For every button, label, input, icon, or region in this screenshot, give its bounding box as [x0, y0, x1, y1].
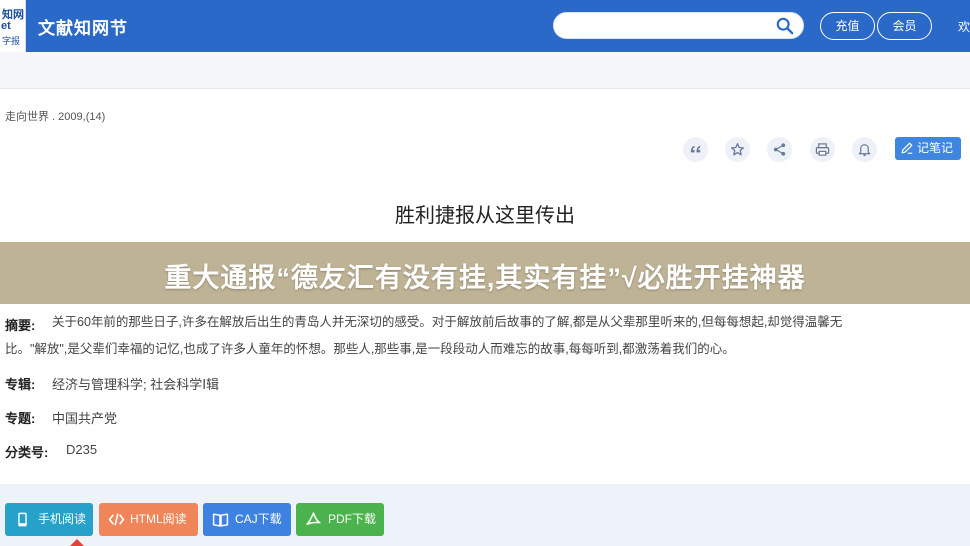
print-icon: [815, 143, 830, 156]
top-header: 知网 et 字报 文献知网节 充值 会员 欢迎: [0, 0, 970, 52]
share-icon: [773, 143, 786, 156]
cite-button[interactable]: [683, 137, 708, 162]
logo-line-2: et: [1, 20, 11, 32]
article-title: 胜利捷报从这里传出: [395, 205, 575, 227]
member-button[interactable]: 会员: [877, 12, 932, 40]
search-input[interactable]: [553, 12, 804, 39]
cnki-logo[interactable]: 知网 et 字报: [0, 0, 26, 52]
pdf-icon: [306, 512, 321, 526]
sub-navigation-bar: [0, 52, 970, 89]
journal-source[interactable]: 走向世界 . 2009,(14): [5, 108, 105, 124]
mobile-read-button[interactable]: 手机阅读: [5, 503, 93, 536]
abstract-line-1: 关于60年前的那些日子,许多在解放后出生的青岛人并无深切的感受。对于解放前后故事…: [52, 315, 843, 329]
quote-icon: [690, 145, 701, 153]
take-note-label: 记笔记: [917, 141, 954, 155]
welcome-text: 欢迎: [958, 20, 970, 34]
print-button[interactable]: [810, 137, 835, 162]
html-read-label: HTML阅读: [130, 512, 187, 526]
take-note-button[interactable]: 记笔记: [895, 137, 961, 160]
bell-icon: [858, 144, 871, 157]
pencil-icon: [901, 142, 913, 154]
pdf-download-button[interactable]: PDF下载: [296, 503, 384, 536]
favorite-button[interactable]: [725, 137, 750, 162]
series-label: 专辑:: [5, 377, 36, 392]
phone-icon: [18, 512, 27, 527]
subscribe-button[interactable]: [852, 137, 877, 162]
download-action-bar: 手机阅读 HTML阅读 CAJ下载 PDF下载: [0, 484, 970, 546]
banner-text: 重大通报“德友汇有没有挂,其实有挂”√必胜开挂神器: [164, 263, 806, 293]
overlay-banner: 重大通报“德友汇有没有挂,其实有挂”√必胜开挂神器: [0, 242, 970, 304]
site-title: 文献知网节: [38, 19, 128, 38]
abstract-line-2: 比。"解放",是父辈们幸福的记忆,也成了许多人童年的怀想。那些人,那些事,是一段…: [5, 342, 735, 356]
classification-value: D235: [66, 442, 98, 457]
caj-download-button[interactable]: CAJ下载: [203, 503, 291, 536]
book-icon: [212, 513, 229, 527]
search-icon[interactable]: [776, 17, 794, 35]
mobile-read-label: 手机阅读: [38, 512, 87, 526]
logo-line-3: 字报: [2, 36, 21, 46]
series-value[interactable]: 经济与管理科学; 社会科学Ⅰ辑: [52, 374, 219, 393]
code-icon: [108, 513, 125, 526]
html-read-button[interactable]: HTML阅读: [99, 503, 198, 536]
topic-label: 专题:: [5, 411, 36, 426]
star-icon: [731, 143, 744, 156]
classification-label: 分类号:: [5, 445, 49, 460]
share-button[interactable]: [767, 137, 792, 162]
pointer-caret: [70, 539, 84, 546]
recharge-button[interactable]: 充值: [820, 12, 875, 40]
topic-value[interactable]: 中国共产党: [52, 408, 117, 427]
abstract-label: 摘要:: [5, 318, 36, 333]
caj-download-label: CAJ下载: [235, 512, 282, 526]
pdf-download-label: PDF下载: [328, 512, 377, 526]
